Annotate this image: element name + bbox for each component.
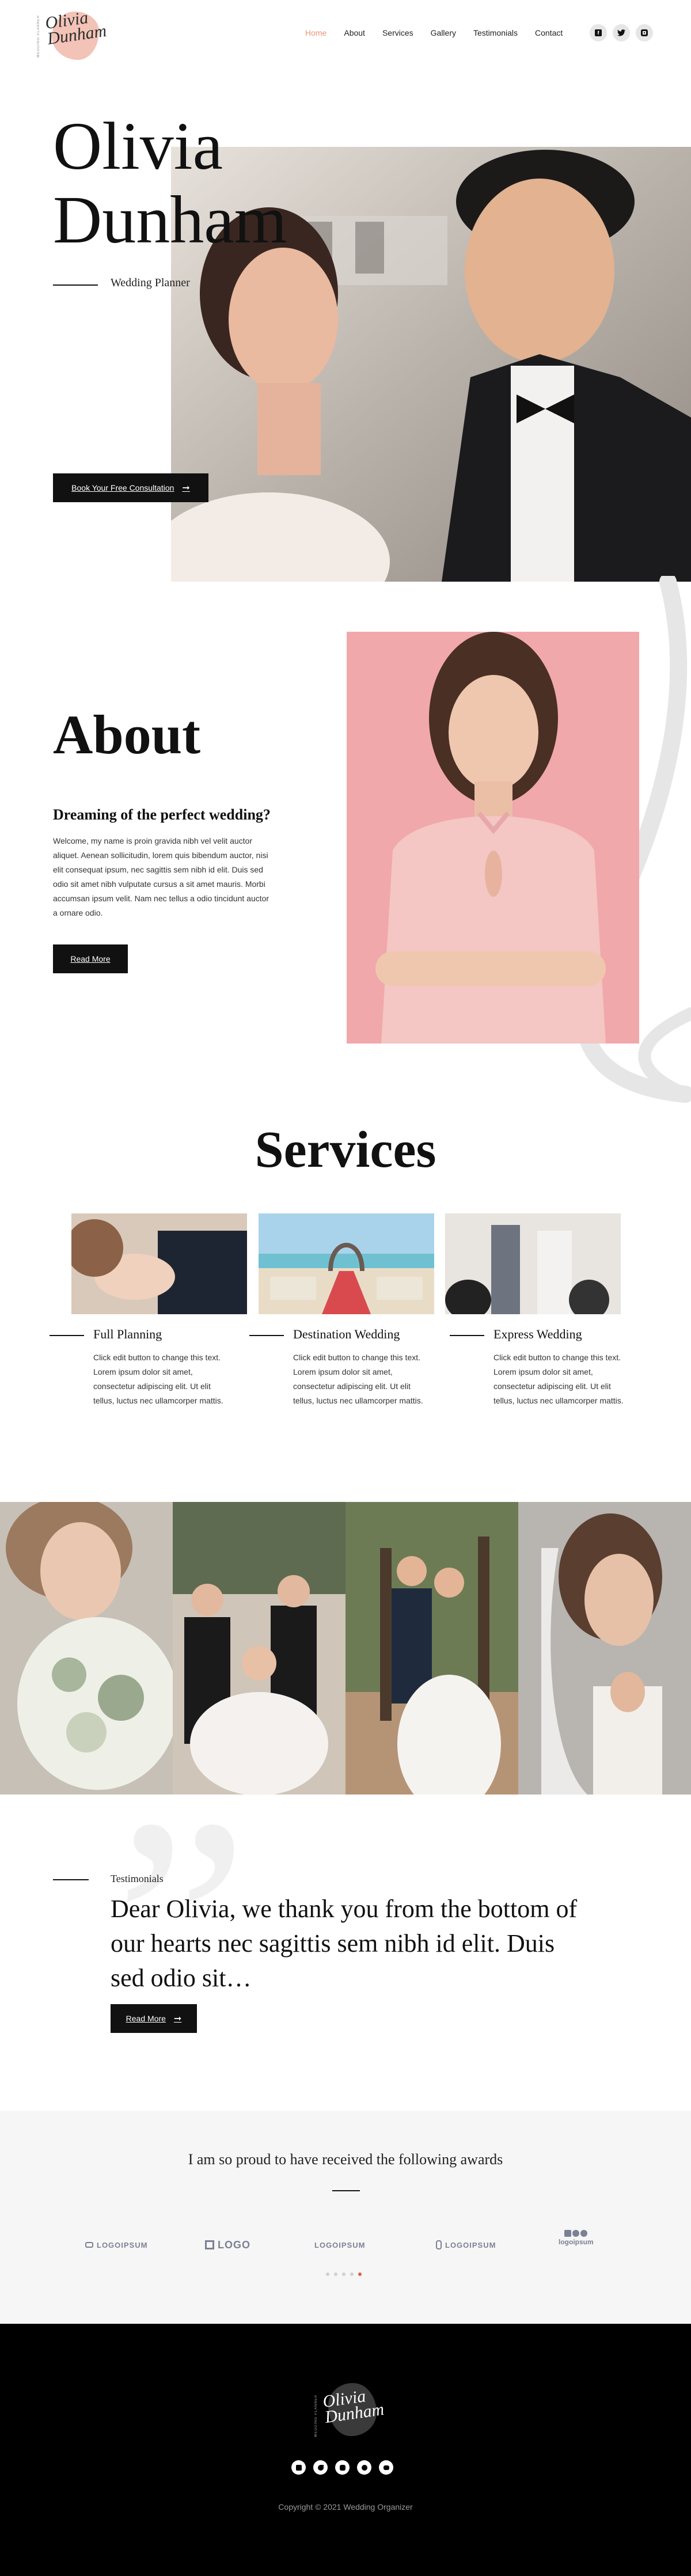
footer-logo-tagline: WEDDING PLANNER — [314, 2395, 318, 2438]
service-divider-3 — [450, 1335, 484, 1336]
nav-contact[interactable]: Contact — [535, 28, 563, 37]
award-logo-3-text: LOGOIPSUM — [314, 2240, 366, 2249]
service-image-full-planning — [71, 1213, 247, 1314]
award-logo-5-mark — [564, 2230, 588, 2237]
award-logo-3: LOGOIPSUM — [314, 2234, 365, 2255]
gallery-image-2[interactable] — [173, 1502, 346, 1795]
instagram-icon[interactable] — [335, 2460, 350, 2475]
gallery-image-3[interactable] — [346, 1502, 518, 1795]
site-footer — [0, 2324, 691, 2576]
about-portrait — [347, 632, 639, 1044]
service-text-destination-wedding: Click edit button to change this text. L… — [293, 1353, 423, 1405]
about-title: About — [53, 704, 201, 765]
testimonials-label: Testimonials — [111, 1873, 164, 1884]
nav-home[interactable]: Home — [305, 28, 326, 37]
service-text-express-wedding: Click edit button to change this text. L… — [493, 1353, 624, 1405]
award-logo-2-mark — [205, 2240, 214, 2249]
book-consultation-button[interactable]: Book Your Free Consultation ➞ — [53, 473, 208, 502]
service-image-express-wedding — [445, 1213, 621, 1314]
gallery-strip — [0, 1502, 691, 1795]
hero-title-line-2: Dunham — [53, 182, 287, 257]
services-title: Services — [255, 1121, 436, 1178]
about-text: Welcome, my name is proin gravida nibh v… — [53, 836, 269, 917]
award-logo-1-mark — [85, 2242, 93, 2248]
twitter-icon[interactable] — [313, 2460, 328, 2475]
testimonial-quote: Dear Olivia, we thank you from the botto… — [111, 1895, 578, 1992]
service-name-express-wedding: Express Wedding — [493, 1327, 582, 1341]
testimonial-divider — [53, 1879, 89, 1880]
logo-wordmark: Olivia Dunham — [44, 7, 108, 48]
service-divider-1 — [50, 1335, 84, 1336]
nav-about[interactable]: About — [344, 28, 365, 37]
footer-logo[interactable]: WEDDING PLANNER Olivia Dunham — [311, 2378, 386, 2442]
arrow-right-icon: ➞ — [182, 483, 190, 493]
twitter-icon[interactable] — [613, 24, 630, 41]
header-social: f — [590, 24, 653, 41]
carousel-dot-1[interactable] — [326, 2273, 329, 2276]
logo-tagline: WEDDING PLANNER — [37, 15, 40, 58]
instagram-icon[interactable] — [636, 24, 653, 41]
nav-services[interactable]: Services — [382, 28, 413, 37]
service-text-full-planning: Click edit button to change this text. L… — [93, 1353, 223, 1405]
awards-section — [0, 2111, 691, 2324]
award-logo-5: logoipsum — [559, 2230, 594, 2255]
hero-title-line-1: Olivia — [53, 108, 223, 184]
footer-logo-wordmark: Olivia Dunham — [321, 2386, 385, 2427]
carousel-dot-2[interactable] — [334, 2273, 337, 2276]
about-heading: Dreaming of the perfect wedding? — [53, 806, 271, 823]
carousel-dot-4[interactable] — [350, 2273, 354, 2276]
gallery-image-1[interactable] — [0, 1502, 173, 1795]
carousel-dot-5[interactable] — [358, 2273, 362, 2276]
carousel-dots — [326, 2273, 362, 2276]
youtube-icon[interactable] — [379, 2460, 393, 2475]
awards-divider — [332, 2190, 360, 2191]
award-logo-4: LOGOIPSUM — [436, 2234, 496, 2255]
award-logo-5-text: logoipsum — [559, 2238, 594, 2246]
award-logo-4-text: LOGOIPSUM — [445, 2240, 496, 2249]
about-read-more-label: Read More — [70, 954, 111, 963]
service-name-full-planning: Full Planning — [93, 1327, 162, 1341]
service-divider-2 — [249, 1335, 284, 1336]
award-logo-1: LOGOIPSUM — [85, 2234, 147, 2255]
footer-social — [291, 2460, 393, 2475]
award-logo-2: LOGO — [205, 2234, 250, 2255]
testimonial-read-more-label: Read More — [126, 2014, 166, 2023]
service-name-destination-wedding: Destination Wedding — [293, 1327, 400, 1341]
facebook-icon[interactable] — [291, 2460, 306, 2475]
hero-subtitle: Wedding Planner — [111, 276, 190, 289]
hero-title: Olivia Dunham — [53, 109, 287, 257]
facebook-icon[interactable]: f — [590, 24, 607, 41]
arrow-right-icon: ➞ — [173, 2014, 182, 2024]
gallery-image-4[interactable] — [518, 1502, 691, 1795]
about-read-more-button[interactable]: Read More — [53, 944, 128, 973]
main-nav: Home About Services Gallery Testimonials… — [305, 28, 580, 37]
book-consultation-label: Book Your Free Consultation — [71, 483, 174, 492]
awards-title: I am so proud to have received the follo… — [188, 2151, 503, 2168]
site-header: WEDDING PLANNER Olivia Dunham Home About… — [0, 0, 691, 63]
testimonial-read-more-button[interactable]: Read More ➞ — [111, 2004, 197, 2033]
google-icon[interactable] — [357, 2460, 371, 2475]
service-image-destination-wedding — [259, 1213, 434, 1314]
award-logo-4-mark — [436, 2240, 442, 2249]
award-logo-1-text: LOGOIPSUM — [97, 2240, 148, 2249]
nav-gallery[interactable]: Gallery — [431, 28, 456, 37]
site-logo[interactable]: WEDDING PLANNER Olivia Dunham — [36, 3, 111, 61]
nav-testimonials[interactable]: Testimonials — [473, 28, 518, 37]
award-logo-2-text: LOGO — [218, 2239, 250, 2251]
hero-subtitle-divider — [53, 284, 98, 286]
copyright-text: Copyright © 2021 Wedding Organizer — [278, 2502, 413, 2511]
carousel-dot-3[interactable] — [342, 2273, 346, 2276]
